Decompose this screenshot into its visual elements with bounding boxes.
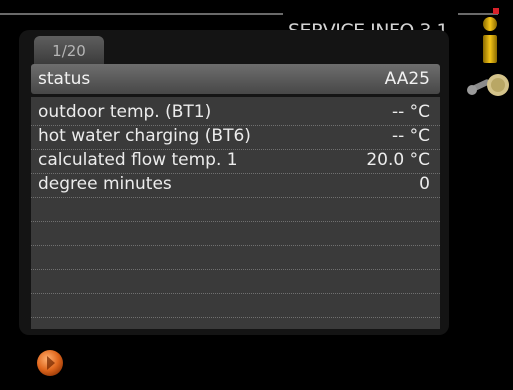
item-value: -- °C xyxy=(391,102,430,122)
list-item[interactable]: calculated flow temp. 1 20.0 °C xyxy=(31,149,440,174)
status-indicator xyxy=(493,8,499,14)
item-label: calculated flow temp. 1 xyxy=(38,150,238,170)
top-divider xyxy=(0,13,283,15)
item-label: outdoor temp. (BT1) xyxy=(38,102,212,122)
item-label: degree minutes xyxy=(38,174,172,194)
list-item xyxy=(31,221,440,246)
status-row[interactable]: status AA25 xyxy=(31,64,440,94)
status-value: AA25 xyxy=(384,69,430,89)
info-list: outdoor temp. (BT1) -- °C hot water char… xyxy=(31,97,440,329)
back-arrow-icon[interactable] xyxy=(36,349,64,377)
page-indicator-tab[interactable]: 1/20 xyxy=(34,36,104,64)
list-item xyxy=(31,293,440,318)
list-item[interactable]: outdoor temp. (BT1) -- °C xyxy=(31,101,440,126)
item-label: hot water charging (BT6) xyxy=(38,126,251,146)
list-item xyxy=(31,197,440,222)
info-icon[interactable] xyxy=(480,16,500,64)
item-value: 20.0 °C xyxy=(366,150,430,170)
item-value: -- °C xyxy=(391,126,430,146)
list-item[interactable]: degree minutes 0 xyxy=(31,173,440,198)
tools-icon[interactable] xyxy=(466,72,510,100)
status-label: status xyxy=(38,69,91,89)
item-value: 0 xyxy=(419,174,430,194)
list-item[interactable]: hot water charging (BT6) -- °C xyxy=(31,125,440,150)
top-divider-right xyxy=(458,13,498,15)
list-item xyxy=(31,269,440,294)
list-item xyxy=(31,245,440,270)
